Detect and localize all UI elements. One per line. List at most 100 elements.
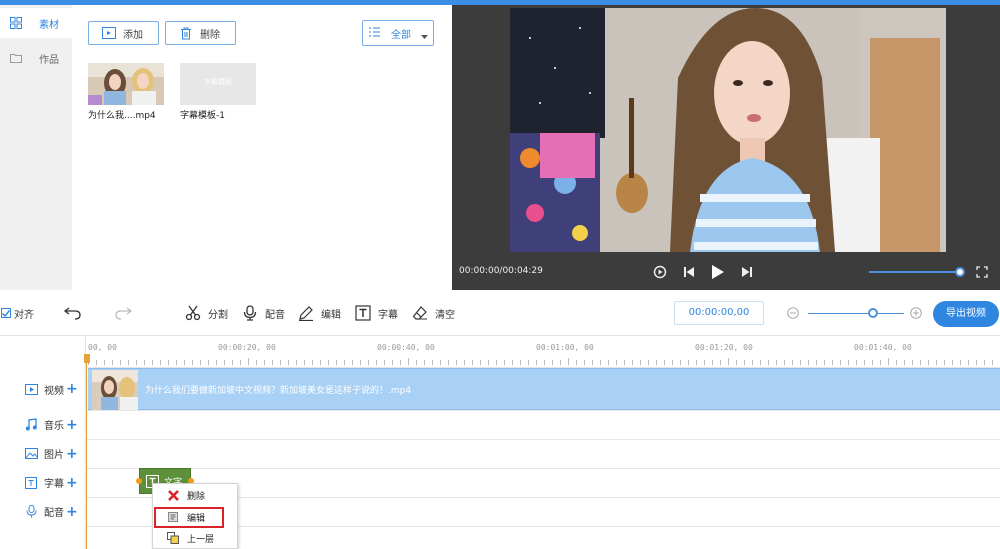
- ruler-tick: [256, 360, 257, 365]
- ruler-tick: [536, 360, 537, 365]
- ruler-tick: [192, 360, 193, 365]
- ruler-tick: [960, 360, 961, 365]
- ruler-tick: [512, 360, 513, 365]
- ruler-tick: [232, 360, 233, 365]
- next-icon[interactable]: [738, 263, 756, 281]
- playhead[interactable]: [86, 354, 87, 549]
- music-icon: [24, 418, 38, 432]
- ruler-tick: [456, 360, 457, 365]
- undo-icon[interactable]: [64, 302, 82, 324]
- sidebar-item-materials[interactable]: 素材: [0, 8, 72, 38]
- ruler-tick: [560, 360, 561, 365]
- media-thumbnail-label: 为什么我....mp4: [88, 111, 156, 121]
- ruler-tick: [736, 360, 737, 365]
- add-video-track-button[interactable]: +: [66, 381, 78, 397]
- ruler-tick: [776, 360, 777, 365]
- volume-slider[interactable]: [869, 271, 959, 273]
- ruler-tick: [704, 360, 705, 365]
- add-dub-track-button[interactable]: +: [66, 504, 78, 520]
- ruler-tick: [376, 360, 377, 365]
- dub-button[interactable]: 配音: [240, 302, 285, 324]
- context-menu-bring-forward[interactable]: 上一层: [153, 528, 239, 548]
- ruler-tick: [416, 360, 417, 365]
- subtitle-button[interactable]: 字幕: [353, 302, 398, 324]
- media-thumbnail-subtitle-template[interactable]: 字幕模板: [180, 63, 256, 105]
- ruler-tick: [144, 360, 145, 365]
- ruler-tick: [808, 360, 809, 365]
- zoom-in-icon[interactable]: [910, 307, 922, 322]
- track-divider: [86, 468, 1000, 469]
- ruler-tick: [608, 360, 609, 365]
- delete-button[interactable]: 删除: [165, 21, 236, 45]
- media-thumbnail-video[interactable]: [88, 63, 164, 105]
- ruler-tick: [824, 360, 825, 365]
- text-box-icon: [353, 303, 373, 323]
- context-menu-delete[interactable]: 删除: [153, 485, 239, 505]
- add-file-icon: [101, 25, 117, 41]
- ruler-tick: [896, 360, 897, 365]
- ruler-tick: [616, 360, 617, 365]
- ruler-tick: [432, 360, 433, 365]
- split-button[interactable]: 分割: [183, 302, 228, 324]
- filter-select[interactable]: 全部: [362, 20, 434, 46]
- redo-icon[interactable]: [114, 302, 132, 324]
- ruler-tick: [840, 360, 841, 365]
- fullscreen-icon[interactable]: [973, 263, 991, 281]
- zoom-slider-handle[interactable]: [868, 308, 878, 318]
- edit-button[interactable]: 编辑: [296, 302, 341, 324]
- ruler-tick: [112, 360, 113, 365]
- ruler-tick: [552, 360, 553, 365]
- add-button[interactable]: 添加: [88, 21, 159, 45]
- clear-button[interactable]: 清空: [410, 302, 455, 324]
- ruler-tick: [688, 360, 689, 365]
- playhead-handle[interactable]: [84, 354, 90, 363]
- ruler-tick: [128, 360, 129, 365]
- play-icon[interactable]: [709, 263, 727, 281]
- ruler-tick: [224, 360, 225, 365]
- checkbox-checked-icon[interactable]: [1, 308, 11, 318]
- video-preview-frame: [510, 8, 946, 252]
- sidebar-item-works[interactable]: 作品: [0, 43, 72, 73]
- context-menu-label: 删除: [187, 491, 206, 502]
- volume-slider-handle[interactable]: [955, 267, 965, 277]
- video-clip-thumbnail: [92, 370, 138, 410]
- time-ruler[interactable]: 00, 00 00:00:20, 00 00:00:40, 00 00:01:0…: [86, 337, 1000, 367]
- zoom-slider[interactable]: [808, 313, 904, 314]
- add-image-track-button[interactable]: +: [66, 446, 78, 462]
- list-icon: [369, 27, 381, 39]
- ruler-tick: [488, 360, 489, 365]
- ruler-tick: [952, 360, 953, 365]
- timecode-field[interactable]: 00:00:00,00: [674, 301, 764, 325]
- snap-toggle[interactable]: 对齐: [1, 302, 34, 324]
- previous-icon[interactable]: [680, 263, 698, 281]
- ruler-tick: [264, 360, 265, 365]
- ruler-tick: [296, 360, 297, 365]
- export-video-button[interactable]: 导出视频: [933, 301, 999, 327]
- ruler-tick: [664, 360, 665, 365]
- ruler-tick: [656, 360, 657, 365]
- ruler-tick: [856, 360, 857, 365]
- highlight-box: [154, 507, 224, 528]
- editor-toolbar: 对齐 分割 配音 编辑 字幕 清空 00:00:00,00 导出视频: [0, 290, 1000, 336]
- replay-icon[interactable]: [651, 263, 669, 281]
- player-controls: 00:00:00/00:04:29: [452, 255, 1000, 290]
- add-music-track-button[interactable]: +: [66, 417, 78, 433]
- ruler-tick: [208, 360, 209, 365]
- track-head-image: 图片 +: [0, 439, 86, 468]
- ruler-tick: [320, 360, 321, 365]
- ruler-tick: [400, 360, 401, 365]
- ruler-tick: [800, 360, 801, 365]
- add-subtitle-track-button[interactable]: +: [66, 475, 78, 491]
- clip-trim-handle-left[interactable]: [136, 478, 142, 484]
- clear-label: 清空: [435, 309, 455, 321]
- ruler-tick: [728, 358, 729, 365]
- ruler-tick: [624, 360, 625, 365]
- ruler-tick: [184, 360, 185, 365]
- zoom-out-icon[interactable]: [787, 307, 799, 322]
- text-icon: [24, 476, 38, 490]
- ruler-tick: [880, 360, 881, 365]
- track-headers: 视频 + 音乐 + 图片 + 字幕 + 配音 +: [0, 337, 86, 549]
- eraser-icon: [410, 303, 430, 323]
- video-clip[interactable]: 为什么我们要做新加坡中文视频？新加坡美女是这样子说的！.mp4: [88, 368, 1000, 410]
- ruler-tick: [632, 360, 633, 365]
